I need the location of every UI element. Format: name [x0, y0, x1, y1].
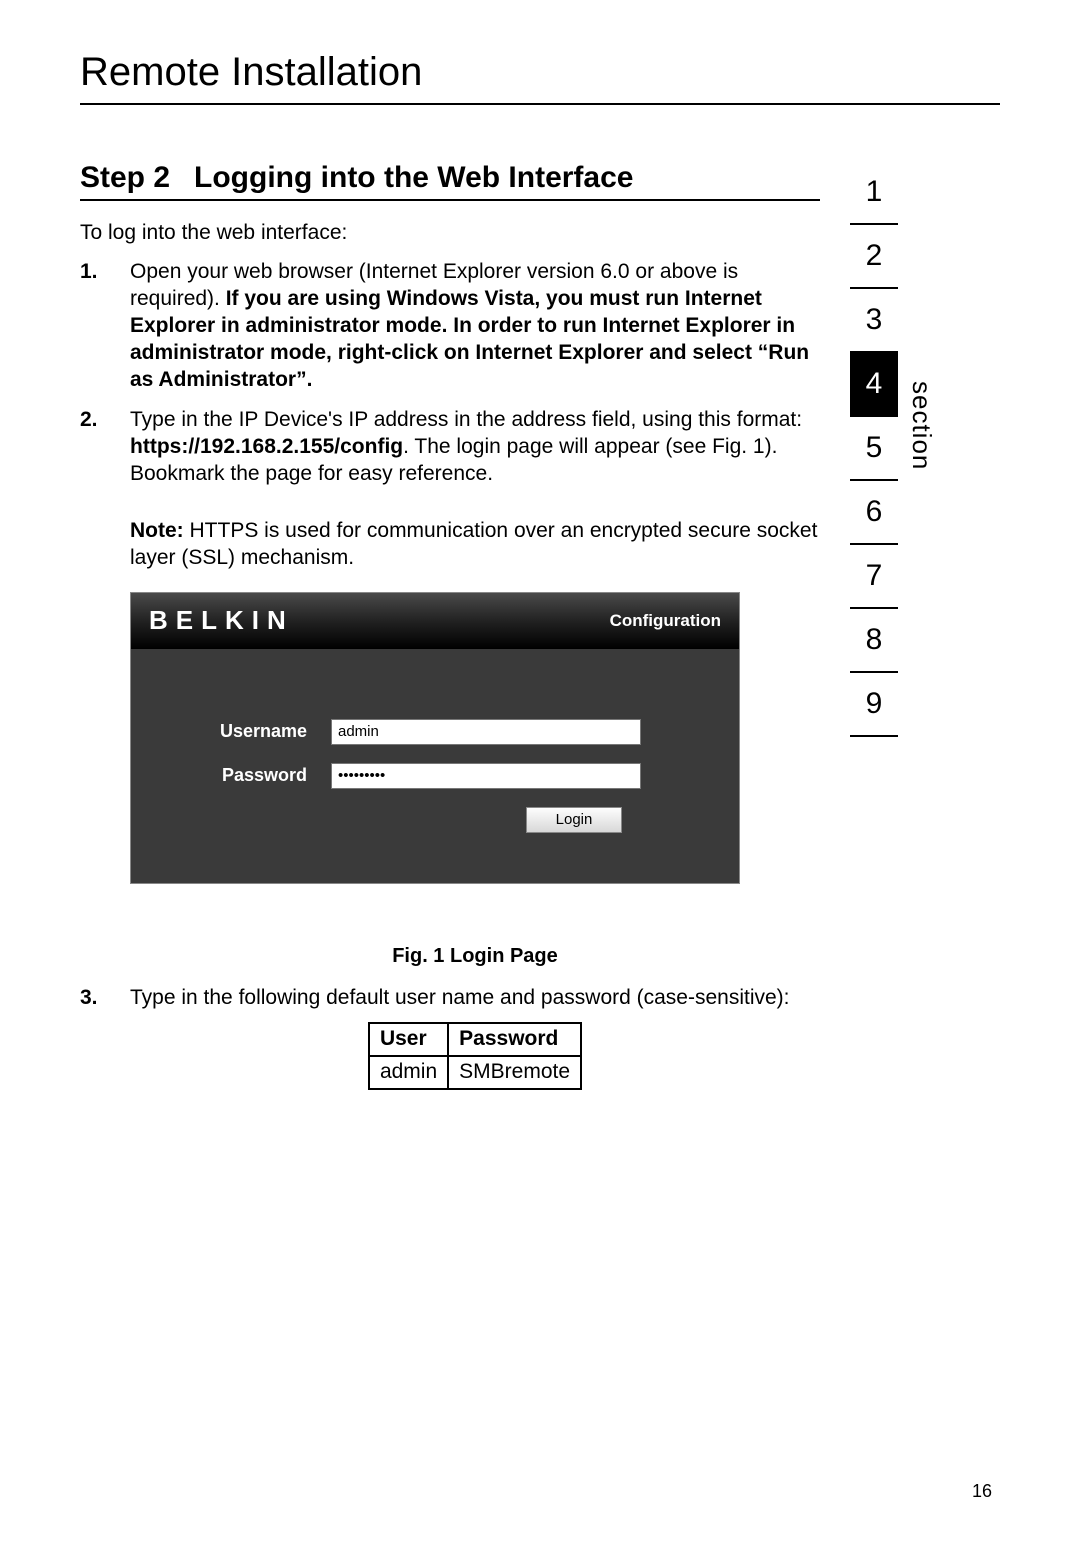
- table-header-user: User: [369, 1023, 448, 1056]
- credentials-table: User Password admin SMBremote: [368, 1022, 582, 1090]
- username-input[interactable]: [331, 719, 641, 745]
- step-2-bold: https://192.168.2.155/config: [130, 435, 403, 458]
- step-item-2: 2. Type in the IP Device's IP address in…: [130, 407, 820, 969]
- username-label: Username: [151, 720, 331, 743]
- nav-item-4[interactable]: 4: [850, 353, 898, 417]
- nav-item-9[interactable]: 9: [850, 673, 898, 737]
- nav-item-3[interactable]: 3: [850, 289, 898, 353]
- section-label: section: [906, 381, 937, 470]
- figure-caption: Fig. 1 Login Page: [130, 944, 820, 970]
- step-number: 2.: [80, 407, 98, 434]
- section-nav: 123456789 section: [850, 161, 910, 1104]
- note-label: Note:: [130, 519, 184, 542]
- password-label: Password: [151, 764, 331, 787]
- nav-item-6[interactable]: 6: [850, 481, 898, 545]
- step-heading: Step 2 Logging into the Web Interface: [80, 161, 820, 201]
- nav-item-2[interactable]: 2: [850, 225, 898, 289]
- note-text: HTTPS is used for communication over an …: [130, 519, 817, 569]
- step-number: 3.: [80, 985, 98, 1012]
- nav-item-8[interactable]: 8: [850, 609, 898, 673]
- page-number: 16: [972, 1481, 992, 1502]
- login-figure: BELKIN Configuration Username Password: [130, 592, 740, 884]
- step-2-text-a: Type in the IP Device's IP address in th…: [130, 408, 802, 431]
- brand-logo: BELKIN: [149, 604, 294, 637]
- main-content: Step 2 Logging into the Web Interface To…: [80, 161, 820, 1104]
- nav-item-7[interactable]: 7: [850, 545, 898, 609]
- configuration-label: Configuration: [610, 610, 721, 632]
- table-header-password: Password: [448, 1023, 581, 1056]
- step-number: 1.: [80, 259, 98, 286]
- nav-item-5[interactable]: 5: [850, 417, 898, 481]
- step-3-text: Type in the following default user name …: [130, 986, 790, 1009]
- step-prefix: Step 2: [80, 161, 170, 195]
- step-item-3: 3. Type in the following default user na…: [130, 985, 820, 1090]
- step-1-bold: If you are using Windows Vista, you must…: [130, 287, 809, 391]
- cred-user: admin: [369, 1056, 448, 1089]
- step-item-1: 1. Open your web browser (Internet Explo…: [130, 259, 820, 393]
- password-input[interactable]: [331, 763, 641, 789]
- cred-pass: SMBremote: [448, 1056, 581, 1089]
- step-title: Logging into the Web Interface: [194, 161, 633, 195]
- login-button[interactable]: Login: [526, 807, 622, 833]
- table-row: admin SMBremote: [369, 1056, 581, 1089]
- intro-text: To log into the web interface:: [80, 221, 820, 245]
- nav-item-1[interactable]: 1: [850, 161, 898, 225]
- figure-header: BELKIN Configuration: [131, 593, 739, 649]
- chapter-title: Remote Installation: [80, 50, 1000, 105]
